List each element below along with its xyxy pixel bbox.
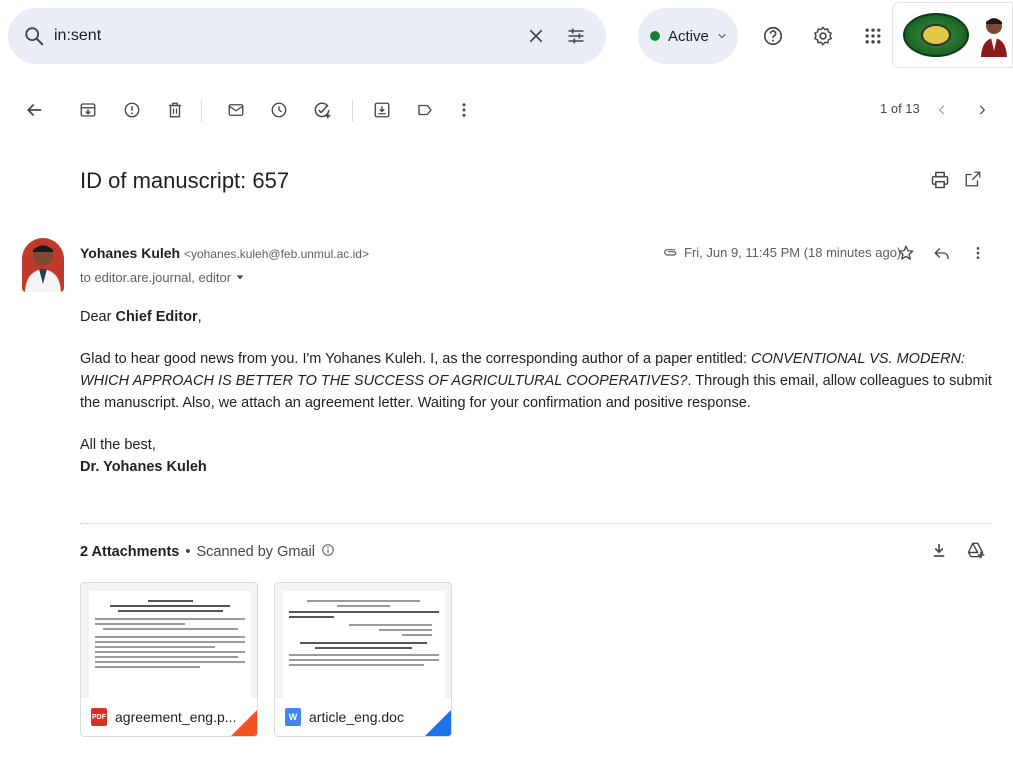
- clear-search-icon[interactable]: [516, 16, 556, 56]
- recipients-text: to editor.are.journal, editor: [80, 270, 232, 285]
- caret-down-icon[interactable]: [235, 270, 245, 285]
- archive-icon[interactable]: [70, 92, 106, 128]
- account-area[interactable]: [892, 2, 1013, 68]
- greeting: Dear Chief Editor,: [80, 309, 202, 325]
- settings-icon[interactable]: [805, 18, 841, 54]
- sender-name[interactable]: Yohanes Kuleh: [80, 245, 180, 261]
- attachment-card[interactable]: PDF agreement_eng.p...: [80, 582, 258, 737]
- top-bar: Active: [0, 0, 1013, 72]
- toolbar-divider: [352, 100, 353, 122]
- open-new-window-icon[interactable]: [964, 170, 982, 195]
- file-corner-flag: [231, 710, 257, 736]
- chevron-down-icon: [717, 28, 727, 45]
- status-dot: [650, 31, 660, 41]
- pagination-label: 1 of 13: [880, 101, 920, 116]
- word-file-icon: W: [285, 708, 301, 726]
- attachments-count: 2 Attachments: [80, 544, 180, 560]
- info-icon[interactable]: [321, 543, 335, 561]
- more-options-icon[interactable]: [965, 240, 991, 266]
- search-input[interactable]: [54, 16, 516, 56]
- chevron-right-icon[interactable]: [964, 92, 1000, 128]
- label-icon[interactable]: [407, 92, 443, 128]
- more-vertical-icon[interactable]: [446, 92, 482, 128]
- toolbar-divider: [201, 100, 202, 122]
- search-icon[interactable]: [14, 16, 54, 56]
- account-avatar[interactable]: [979, 13, 1009, 57]
- top-actions: [755, 18, 891, 54]
- subject-actions: [930, 170, 982, 195]
- save-to-drive-icon[interactable]: [966, 540, 986, 565]
- body-paragraph: Glad to hear good news from you. I'm Yoh…: [80, 351, 992, 411]
- attachments-actions: [930, 540, 986, 565]
- chevron-left-icon[interactable]: [924, 92, 960, 128]
- pdf-file-icon: PDF: [91, 708, 107, 726]
- attachments-header: 2 Attachments • Scanned by Gmail: [80, 543, 335, 561]
- search-options-icon[interactable]: [556, 16, 596, 56]
- message-subject: ID of manuscript: 657: [80, 168, 290, 193]
- report-spam-icon[interactable]: [114, 92, 150, 128]
- closing-line: All the best,: [80, 437, 156, 453]
- help-icon[interactable]: [755, 18, 791, 54]
- scanned-label: Scanned by Gmail: [196, 544, 315, 560]
- attachment-clip-icon: [662, 245, 678, 260]
- sender-line: Yohanes Kuleh <yohanes.kuleh@feb.unmul.a…: [80, 245, 369, 261]
- attachment-card[interactable]: W article_eng.doc: [274, 582, 452, 737]
- sender-email: <yohanes.kuleh@feb.unmul.ac.id>: [183, 247, 369, 261]
- status-selector[interactable]: Active: [638, 8, 738, 64]
- message-toolbar: 1 of 13: [0, 92, 1013, 132]
- add-task-icon[interactable]: [304, 92, 340, 128]
- search-bar: [8, 8, 606, 64]
- message-body: Dear Chief Editor, Glad to hear good new…: [80, 306, 998, 478]
- recipients-line[interactable]: to editor.are.journal, editor: [80, 270, 245, 285]
- print-icon[interactable]: [930, 170, 950, 195]
- signature: Dr. Yohanes Kuleh: [80, 459, 207, 475]
- attachments-divider: [80, 523, 992, 524]
- message-date: Fri, Jun 9, 11:45 PM (18 minutes ago): [684, 245, 902, 260]
- back-arrow-icon[interactable]: [16, 92, 52, 128]
- attachment-name: article_eng.doc: [309, 709, 404, 725]
- delete-icon[interactable]: [157, 92, 193, 128]
- reply-icon[interactable]: [929, 240, 955, 266]
- separator-dot: •: [185, 544, 191, 560]
- attachment-name: agreement_eng.p...: [115, 709, 237, 725]
- message-meta: Fri, Jun 9, 11:45 PM (18 minutes ago): [662, 245, 901, 260]
- status-label: Active: [668, 27, 709, 45]
- download-all-icon[interactable]: [930, 540, 948, 565]
- sender-avatar[interactable]: [22, 238, 64, 292]
- mark-unread-icon[interactable]: [218, 92, 254, 128]
- organization-logo: [903, 13, 969, 57]
- star-icon[interactable]: [893, 240, 919, 266]
- attachment-preview: [89, 591, 251, 701]
- message-actions: [893, 240, 991, 266]
- file-corner-flag: [425, 710, 451, 736]
- snooze-clock-icon[interactable]: [261, 92, 297, 128]
- move-to-icon[interactable]: [364, 92, 400, 128]
- apps-grid-icon[interactable]: [855, 18, 891, 54]
- attachment-preview: [283, 591, 445, 701]
